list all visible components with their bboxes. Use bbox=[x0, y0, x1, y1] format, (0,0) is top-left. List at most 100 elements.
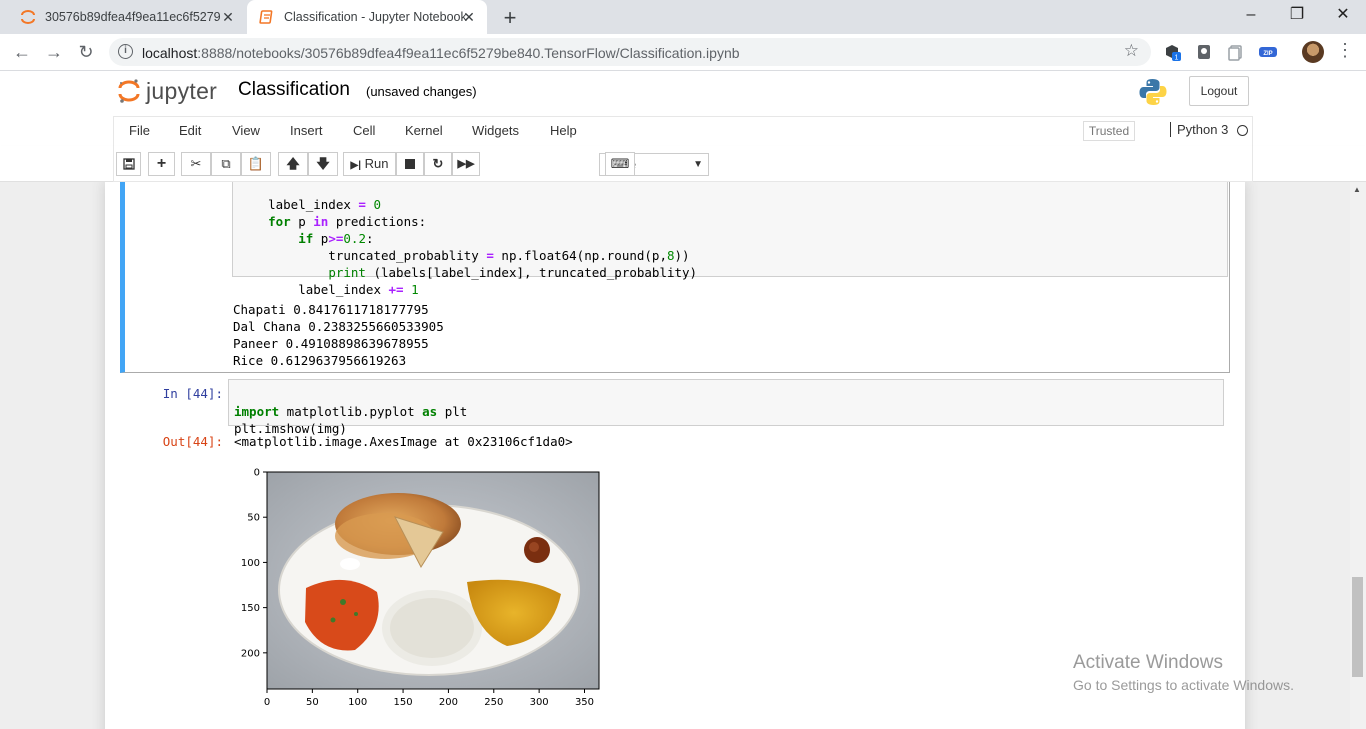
browser-toolbar: ← → ↻ i localhost:8888/notebooks/30576b8… bbox=[0, 34, 1366, 71]
svg-text:ZIP: ZIP bbox=[1263, 51, 1272, 57]
move-down-icon[interactable]: 🡇 bbox=[308, 152, 338, 176]
code-line: label_index = 0 bbox=[238, 197, 382, 212]
browser-tab-1[interactable]: 30576b89dfea4f9ea11ec6f5279be840 ✕ bbox=[8, 0, 246, 34]
menu-edit[interactable]: Edit bbox=[179, 123, 201, 138]
extension-copy-icon[interactable] bbox=[1226, 43, 1244, 61]
cell-output-text: <matplotlib.image.AxesImage at 0x23106cf… bbox=[234, 434, 573, 449]
interrupt-icon[interactable] bbox=[396, 152, 424, 176]
menu-view[interactable]: View bbox=[232, 123, 260, 138]
y-tick-label: 200 bbox=[241, 648, 260, 659]
profile-avatar[interactable] bbox=[1302, 41, 1324, 63]
notebook-favicon-icon bbox=[259, 10, 273, 24]
code-line: if p>=0.2: bbox=[298, 231, 374, 246]
menu-file[interactable]: File bbox=[129, 123, 150, 138]
url-text[interactable]: localhost:8888/notebooks/30576b89dfea4f9… bbox=[142, 45, 740, 61]
restart-icon[interactable]: ↻ bbox=[424, 152, 452, 176]
output-line: Paneer 0.49108898639678955 bbox=[233, 336, 429, 351]
save-icon[interactable] bbox=[116, 152, 141, 176]
tab-close-icon[interactable]: ✕ bbox=[461, 9, 477, 26]
close-window-button[interactable]: ✕ bbox=[1320, 0, 1366, 32]
reload-icon[interactable]: ↻ bbox=[74, 40, 98, 64]
input-prompt: In [44]: bbox=[162, 386, 223, 401]
cell-input-area[interactable]: label_index = 0 for p in predictions: if… bbox=[232, 182, 1228, 297]
x-tick-label: 350 bbox=[575, 697, 594, 708]
tab-close-icon[interactable]: ✕ bbox=[220, 9, 236, 26]
insert-cell-icon[interactable]: + bbox=[148, 152, 175, 176]
kernel-idle-indicator-icon bbox=[1237, 125, 1248, 136]
notebook-toolbar: + ✂ ⧉ 📋 🡅 🡇 ▶| Run ↻ ▶▶ Code ▼ ⌨ bbox=[0, 146, 1366, 182]
scrollbar-thumb[interactable] bbox=[1352, 577, 1363, 677]
new-tab-button[interactable]: + bbox=[498, 5, 522, 31]
chevron-down-icon: ▼ bbox=[693, 159, 703, 170]
run-icon: ▶| bbox=[350, 160, 362, 171]
menu-widgets[interactable]: Widgets bbox=[472, 123, 519, 138]
forward-icon[interactable]: → bbox=[42, 40, 66, 64]
x-tick-label: 50 bbox=[306, 697, 319, 708]
keyboard-icon[interactable]: ⌨ bbox=[605, 152, 635, 176]
restart-run-all-icon[interactable]: ▶▶ bbox=[452, 152, 480, 176]
menu-kernel[interactable]: Kernel bbox=[405, 123, 443, 138]
menu-insert[interactable]: Insert bbox=[290, 123, 323, 138]
y-tick-label: 0 bbox=[254, 468, 260, 479]
code-line: import matplotlib.pyplot as plt bbox=[234, 404, 468, 419]
info-icon[interactable]: i bbox=[118, 44, 133, 59]
extension-zip-icon[interactable]: ZIP bbox=[1258, 43, 1278, 61]
trusted-indicator[interactable]: Trusted bbox=[1083, 121, 1135, 141]
save-status: (unsaved changes) bbox=[366, 84, 477, 99]
paste-icon[interactable]: 📋 bbox=[241, 152, 271, 176]
back-icon[interactable]: ← bbox=[10, 40, 34, 64]
cut-icon[interactable]: ✂ bbox=[181, 152, 211, 176]
notebook-name[interactable]: Classification bbox=[238, 79, 350, 101]
jupyter-logo-text: jupyter bbox=[146, 77, 218, 104]
jupyter-header: jupyter Classification (unsaved changes)… bbox=[0, 71, 1366, 116]
y-tick-label: 150 bbox=[241, 603, 260, 614]
code-line: print (labels[label_index], truncated_pr… bbox=[328, 265, 698, 280]
tab-title: 30576b89dfea4f9ea11ec6f5279be840 bbox=[45, 10, 220, 24]
output-line: Dal Chana 0.2383255660533905 bbox=[233, 319, 444, 334]
notebook-container: label_index = 0 for p in predictions: if… bbox=[105, 182, 1245, 729]
x-tick-label: 200 bbox=[439, 697, 458, 708]
bookmark-star-icon[interactable]: ☆ bbox=[1124, 41, 1139, 61]
menu-help[interactable]: Help bbox=[550, 123, 577, 138]
scroll-up-icon[interactable]: ▲ bbox=[1353, 185, 1361, 194]
move-up-icon[interactable]: 🡅 bbox=[278, 152, 308, 176]
kernel-name[interactable]: Python 3 bbox=[1170, 122, 1228, 137]
x-tick-label: 0 bbox=[264, 697, 270, 708]
browser-menu-icon[interactable]: ⋮ bbox=[1336, 40, 1354, 61]
svg-text:1: 1 bbox=[1175, 55, 1179, 62]
minimize-button[interactable]: – bbox=[1228, 0, 1274, 32]
x-tick-label: 100 bbox=[348, 697, 367, 708]
browser-tab-bar: 30576b89dfea4f9ea11ec6f5279be840 ✕ Class… bbox=[0, 0, 1366, 34]
y-tick-label: 50 bbox=[247, 513, 260, 524]
jupyter-logo-icon bbox=[118, 79, 140, 103]
run-button[interactable]: ▶| Run bbox=[343, 152, 396, 176]
x-tick-label: 150 bbox=[394, 697, 413, 708]
x-tick-label: 300 bbox=[530, 697, 549, 708]
output-line: Chapati 0.8417611718177795 bbox=[233, 302, 429, 317]
logout-button[interactable]: Logout bbox=[1189, 76, 1249, 106]
jupyter-logo[interactable]: jupyter bbox=[117, 77, 217, 105]
maximize-button[interactable]: ❐ bbox=[1274, 0, 1320, 32]
jupyter-menubar: File Edit View Insert Cell Kernel Widget… bbox=[0, 116, 1366, 146]
address-bar[interactable]: i localhost:8888/notebooks/30576b89dfea4… bbox=[109, 38, 1151, 66]
menu-cell[interactable]: Cell bbox=[353, 123, 375, 138]
browser-tab-2[interactable]: Classification - Jupyter Notebook ✕ bbox=[247, 0, 487, 34]
extension-shield-icon[interactable] bbox=[1195, 43, 1213, 61]
code-line: for p in predictions: bbox=[268, 214, 427, 229]
activate-windows-subtitle: Go to Settings to activate Windows. bbox=[1073, 677, 1294, 693]
extension-cube-icon[interactable]: 1 bbox=[1163, 43, 1181, 61]
tab-title: Classification - Jupyter Notebook bbox=[284, 10, 467, 24]
run-label: Run bbox=[364, 156, 389, 171]
matplotlib-figure: 0 50 100 150 200 250 300 350 0 50 100 150 200 bbox=[225, 462, 625, 712]
copy-icon[interactable]: ⧉ bbox=[211, 152, 241, 176]
activate-windows-title: Activate Windows bbox=[1073, 652, 1223, 673]
code-line: truncated_probablity = np.float64(np.rou… bbox=[238, 248, 690, 263]
x-tick-label: 250 bbox=[484, 697, 503, 708]
vertical-scrollbar[interactable]: ▲ bbox=[1350, 182, 1366, 729]
imshow-axes: 0 50 100 150 200 250 300 350 0 50 100 150 200 bbox=[241, 468, 600, 708]
notebook-scroll-area[interactable]: label_index = 0 for p in predictions: if… bbox=[0, 182, 1350, 729]
jupyter-favicon-icon bbox=[21, 10, 35, 24]
cell-input-area[interactable]: import matplotlib.pyplot as plt plt.imsho… bbox=[228, 379, 1224, 436]
code-cell-selected[interactable]: label_index = 0 for p in predictions: if… bbox=[120, 182, 1230, 373]
food-image bbox=[267, 472, 599, 689]
